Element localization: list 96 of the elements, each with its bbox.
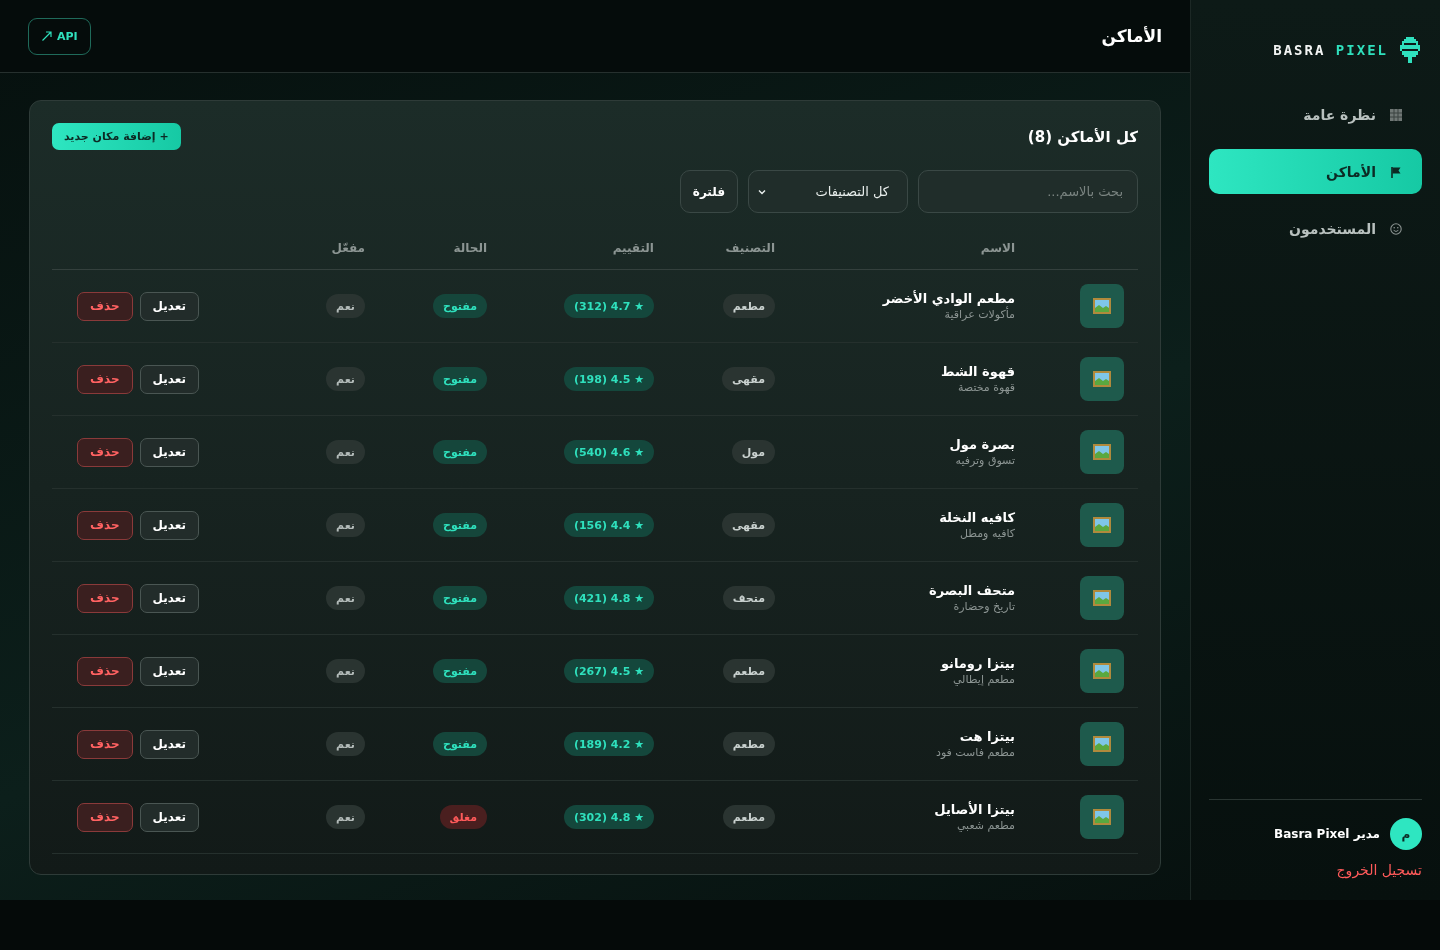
place-name: مطعم الوادي الأخضر (882, 291, 1015, 306)
arrow-icon (41, 30, 53, 42)
category-tag: متحف (722, 586, 775, 610)
category-tag: مول (731, 440, 775, 464)
column-header: الحالة (453, 241, 487, 255)
rating-tag: ★ 4.4 (156) (563, 513, 654, 537)
framed-picture-icon (1093, 517, 1111, 533)
delete-button[interactable]: حذف (77, 729, 133, 759)
place-name: بيتزا رومانو (940, 656, 1015, 671)
framed-picture-icon (1093, 590, 1111, 606)
place-name: متحف البصرة (929, 583, 1015, 598)
place-name: بصرة مول (949, 437, 1015, 452)
place-subtitle: مطعم إيطالي (952, 673, 1015, 686)
pixel-logo-icon (1400, 37, 1420, 63)
column-header: الاسم (980, 241, 1015, 255)
status-tag: مغلق (439, 805, 487, 829)
edit-button[interactable]: تعديل (139, 364, 199, 394)
place-name: قهوة الشط (941, 364, 1015, 379)
rating-tag: ★ 4.2 (189) (563, 732, 654, 756)
category-tag: مطعم (722, 805, 775, 829)
status-tag: مفتوح (432, 659, 487, 683)
logout-link[interactable]: تسجيل الخروج (1336, 862, 1422, 878)
status-tag: مفتوح (432, 513, 487, 537)
user-name: مدير Basra Pixel (1274, 827, 1380, 841)
flag-icon (1390, 165, 1402, 178)
edit-button[interactable]: تعديل (139, 583, 199, 613)
place-subtitle: مطعم شعبي (956, 819, 1015, 832)
place-subtitle: تسوق وترفيه (955, 454, 1015, 467)
status-tag: مفتوح (432, 586, 487, 610)
featured-tag: نعم (326, 367, 365, 391)
search-field[interactable]: بحث بالاسم... (918, 170, 1138, 213)
featured-tag: نعم (326, 732, 365, 756)
status-tag: مفتوح (432, 440, 487, 464)
framed-picture-icon (1093, 298, 1111, 314)
category-tag: مطعم (722, 294, 775, 318)
place-subtitle: مطعم فاست فود (936, 746, 1015, 759)
rating-tag: ★ 4.6 (540) (563, 440, 654, 464)
edit-button[interactable]: تعديل (139, 437, 199, 467)
place-subtitle: كافيه ومطل (959, 527, 1015, 540)
featured-tag: نعم (326, 440, 365, 464)
add-place-button[interactable]: + إضافة مكان جديد (52, 123, 181, 150)
category-tag: مطعم (722, 659, 775, 683)
rating-tag: ★ 4.7 (312) (563, 294, 654, 318)
featured-tag: نعم (326, 294, 365, 318)
edit-button[interactable]: تعديل (139, 291, 199, 321)
framed-picture-icon (1093, 809, 1111, 825)
framed-picture-icon (1093, 444, 1111, 460)
framed-picture-icon (1093, 663, 1111, 679)
filter-button[interactable]: فلترة (679, 170, 738, 213)
place-name: بيتزا هت (959, 729, 1015, 744)
edit-button[interactable]: تعديل (139, 510, 199, 540)
place-subtitle: مأكولات عراقية (944, 308, 1015, 321)
edit-button[interactable]: تعديل (139, 656, 199, 686)
rating-tag: ★ 4.5 (198) (563, 367, 654, 391)
place-name: كافيه النخلة (939, 510, 1015, 525)
featured-tag: نعم (326, 805, 365, 829)
place-subtitle: تاريخ وحضارة (953, 600, 1015, 613)
delete-button[interactable]: حذف (77, 510, 133, 540)
user-avatar: م (1390, 818, 1422, 850)
status-tag: مفتوح (432, 294, 487, 318)
delete-button[interactable]: حذف (77, 583, 133, 613)
place-name: بيتزا الأصايل (934, 802, 1015, 817)
delete-button[interactable]: حذف (77, 364, 133, 394)
logo-text: BASRA PIXEL (1273, 42, 1388, 58)
status-tag: مفتوح (432, 367, 487, 391)
edit-button[interactable]: تعديل (139, 729, 199, 759)
featured-tag: نعم (326, 586, 365, 610)
featured-tag: نعم (326, 659, 365, 683)
rating-tag: ★ 4.8 (302) (563, 805, 654, 829)
rating-tag: ★ 4.5 (267) (563, 659, 654, 683)
category-tag: مقهى (721, 367, 775, 391)
nav-item[interactable]: المستخدمون (1209, 206, 1422, 251)
category-dropdown[interactable]: كل التصنيفات (748, 170, 908, 213)
page-title: الأماكن (1101, 26, 1162, 46)
api-button[interactable]: API (28, 17, 91, 55)
featured-tag: نعم (326, 513, 365, 537)
framed-picture-icon (1093, 371, 1111, 387)
smiley-icon (1390, 222, 1402, 235)
column-header: التقييم (612, 241, 654, 255)
delete-button[interactable]: حذف (77, 656, 133, 686)
category-tag: مطعم (722, 732, 775, 756)
place-subtitle: قهوة مختصة (957, 381, 1015, 394)
nav-item[interactable]: الأماكن (1209, 149, 1422, 194)
column-header: مفعّل (331, 241, 365, 255)
nav-item[interactable]: نظرة عامة (1209, 92, 1422, 137)
edit-button[interactable]: تعديل (139, 802, 199, 832)
rating-tag: ★ 4.8 (421) (563, 586, 654, 610)
delete-button[interactable]: حذف (77, 291, 133, 321)
status-tag: مفتوح (432, 732, 487, 756)
category-tag: مقهى (721, 513, 775, 537)
delete-button[interactable]: حذف (77, 802, 133, 832)
card-title: كل الأماكن (8) (1027, 127, 1138, 146)
grid-icon (1390, 108, 1402, 121)
column-header: التصنيف (725, 241, 775, 255)
framed-picture-icon (1093, 736, 1111, 752)
delete-button[interactable]: حذف (77, 437, 133, 467)
